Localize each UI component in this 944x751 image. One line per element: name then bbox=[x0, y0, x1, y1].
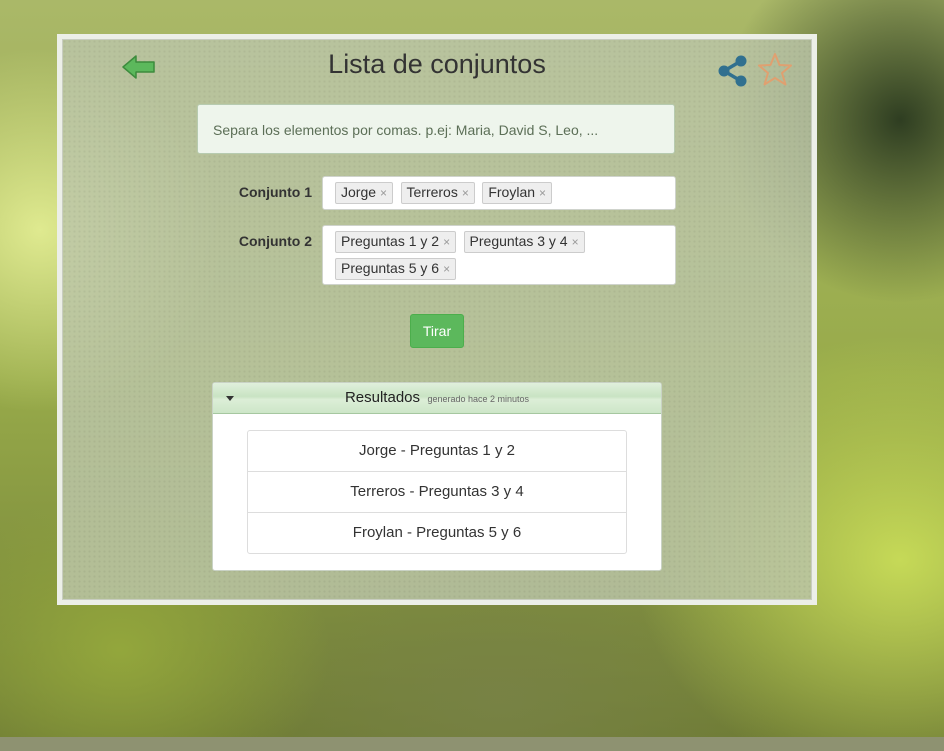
result-item: Froylan - Preguntas 5 y 6 bbox=[352, 524, 522, 541]
results-list: Jorge - Preguntas 1 y 2 Terreros - Pregu… bbox=[247, 430, 627, 554]
star-icon bbox=[758, 53, 792, 86]
result-item: Jorge - Preguntas 1 y 2 bbox=[248, 431, 626, 472]
tag-text: Terreros bbox=[406, 184, 458, 200]
results-panel: Resultados generado hace 2 minutos Jorge… bbox=[212, 382, 662, 571]
set-1-label: Conjunto 1 bbox=[238, 184, 312, 200]
tag-text: Froylan bbox=[488, 184, 536, 200]
tag-remove-icon[interactable]: × bbox=[443, 262, 450, 276]
results-title: Resultados bbox=[344, 389, 420, 406]
bottom-strip bbox=[0, 737, 944, 751]
tirar-button[interactable]: Tirar bbox=[410, 314, 464, 348]
page: { "header": { "title": "Lista de conjunt… bbox=[0, 0, 944, 751]
results-header[interactable]: Resultados generado hace 2 minutos bbox=[213, 383, 661, 414]
caret-down-icon bbox=[226, 396, 234, 401]
tag: Froylan × bbox=[482, 182, 553, 204]
tag: Preguntas 1 y 2 × bbox=[335, 231, 457, 253]
set-2-label: Conjunto 2 bbox=[238, 233, 312, 249]
tag-remove-icon[interactable]: × bbox=[572, 235, 579, 249]
tag: Preguntas 5 y 6 × bbox=[335, 258, 457, 280]
tag-text: Preguntas 3 y 4 bbox=[469, 233, 568, 249]
main-panel: Lista de conjuntos Separa los elementos … bbox=[57, 34, 817, 605]
tag-remove-icon[interactable]: × bbox=[539, 186, 546, 200]
tag: Preguntas 3 y 4 × bbox=[463, 231, 585, 253]
tag: Terreros × bbox=[400, 182, 475, 204]
tag-text: Preguntas 5 y 6 bbox=[341, 260, 440, 276]
tag: Jorge × bbox=[335, 182, 394, 204]
set-1-input[interactable]: Jorge × Terreros × Froylan × bbox=[322, 176, 676, 210]
share-button[interactable] bbox=[715, 53, 751, 89]
set-2-input[interactable]: Preguntas 1 y 2 × Preguntas 3 y 4 × Pregun… bbox=[322, 225, 676, 285]
tag-remove-icon[interactable]: × bbox=[443, 235, 450, 249]
tag-remove-icon[interactable]: × bbox=[380, 186, 387, 200]
page-title: Lista de conjuntos bbox=[328, 49, 546, 79]
tag-remove-icon[interactable]: × bbox=[462, 186, 469, 200]
results-timestamp: generado hace 2 minutos bbox=[427, 394, 530, 404]
result-item: Terreros - Preguntas 3 y 4 bbox=[248, 472, 626, 513]
help-text: Separa los elementos por comas. p.ej: Ma… bbox=[197, 104, 675, 154]
share-icon bbox=[718, 55, 747, 87]
tag-text: Jorge bbox=[341, 184, 377, 200]
favorite-button[interactable] bbox=[756, 51, 794, 89]
tag-text: Preguntas 1 y 2 bbox=[341, 233, 440, 249]
